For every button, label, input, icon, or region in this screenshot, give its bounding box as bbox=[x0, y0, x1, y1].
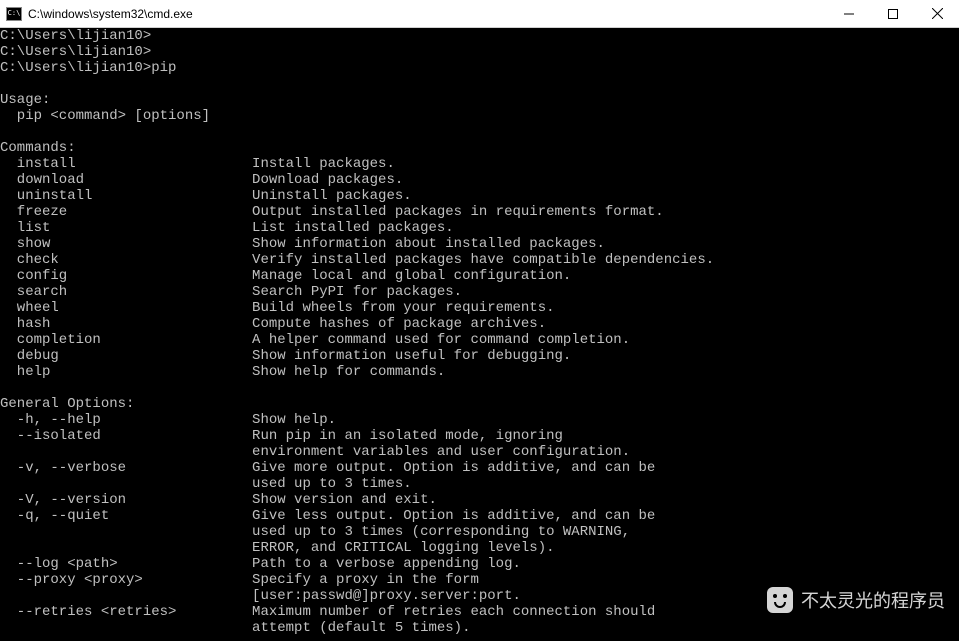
minimize-icon bbox=[844, 9, 854, 19]
cmd-icon: C:\ bbox=[6, 7, 22, 21]
maximize-icon bbox=[888, 9, 898, 19]
window-controls bbox=[827, 0, 959, 27]
window-title: C:\windows\system32\cmd.exe bbox=[28, 7, 193, 21]
titlebar-left: C:\ C:\windows\system32\cmd.exe bbox=[0, 7, 193, 21]
maximize-button[interactable] bbox=[871, 0, 915, 27]
terminal-output[interactable]: C:\Users\lijian10> C:\Users\lijian10> C:… bbox=[0, 28, 959, 641]
window-titlebar: C:\ C:\windows\system32\cmd.exe bbox=[0, 0, 959, 28]
minimize-button[interactable] bbox=[827, 0, 871, 27]
close-icon bbox=[932, 8, 943, 19]
close-button[interactable] bbox=[915, 0, 959, 27]
